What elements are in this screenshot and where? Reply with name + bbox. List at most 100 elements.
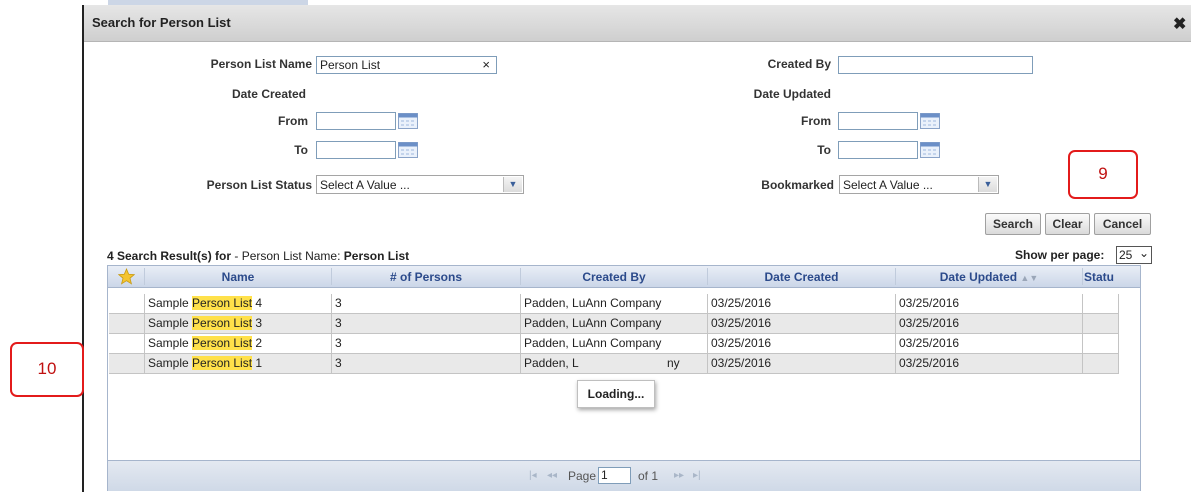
cell-date-updated: 03/25/2016	[896, 294, 1083, 313]
column-header-date-created[interactable]: Date Created	[708, 270, 895, 284]
person-list-status-select[interactable]: Select A Value ... ▼	[316, 175, 524, 194]
table-row[interactable]: Sample Person List 1 3 Padden, L ny 03/25…	[109, 354, 1119, 374]
name-prefix: Sample	[148, 336, 193, 350]
dialog-titlebar: Search for Person List ✖	[84, 5, 1191, 42]
column-header-name[interactable]: Name	[145, 270, 331, 284]
person-list-name-input[interactable]: Person List ×	[316, 56, 497, 74]
first-page-icon[interactable]: |◂	[529, 470, 537, 481]
cell-created-by: Padden, LuAnn Company	[521, 314, 708, 333]
grid-pager: |◂ ◂◂ Page 1 of 1 ▸▸ ▸|	[108, 460, 1140, 491]
sort-icon[interactable]: ▲▼	[1020, 273, 1038, 283]
loading-indicator: Loading...	[577, 380, 655, 408]
per-page-value: 25	[1119, 248, 1133, 262]
cell-created-by: Padden, LuAnn Company	[521, 294, 708, 313]
row-select-cell[interactable]	[109, 294, 145, 313]
cell-status	[1083, 354, 1119, 373]
updated-to-label: To	[817, 143, 831, 157]
name-highlight: Person List	[192, 336, 253, 350]
chevron-down-icon[interactable]: ▼	[503, 177, 522, 192]
search-button[interactable]: Search	[985, 213, 1041, 235]
callout-10: 10	[10, 342, 84, 397]
cell-created-by: Padden, L ny	[521, 354, 708, 373]
row-select-cell[interactable]	[109, 354, 145, 373]
per-page-select[interactable]: 25 ⌄	[1116, 246, 1152, 264]
last-page-icon[interactable]: ▸|	[693, 470, 701, 481]
bookmarked-label: Bookmarked	[761, 178, 834, 192]
close-icon[interactable]: ✖	[1173, 14, 1186, 34]
cell-persons: 3	[332, 294, 521, 313]
cell-date-updated: 03/25/2016	[896, 354, 1083, 373]
created-by-label: Created By	[767, 57, 831, 71]
page-number-value: 1	[601, 468, 608, 482]
updated-from-input[interactable]	[838, 112, 918, 130]
created-by-start: Padden, L	[524, 356, 579, 370]
created-to-label: To	[294, 143, 308, 157]
calendar-icon[interactable]	[398, 142, 418, 158]
created-from-label: From	[278, 114, 308, 128]
next-page-icon[interactable]: ▸▸	[674, 470, 684, 481]
name-prefix: Sample	[148, 296, 193, 310]
grid-header: Name # of Persons Created By Date Create…	[108, 266, 1140, 288]
column-separator	[1082, 268, 1083, 285]
cell-name[interactable]: Sample Person List 1	[145, 354, 332, 373]
bookmarked-select[interactable]: Select A Value ... ▼	[839, 175, 999, 194]
column-header-created-by[interactable]: Created By	[521, 270, 707, 284]
cell-date-created: 03/25/2016	[708, 294, 896, 313]
name-suffix: 4	[252, 296, 263, 310]
name-prefix: Sample	[148, 356, 193, 370]
table-row[interactable]: Sample Person List 4 3 Padden, LuAnn Com…	[109, 294, 1119, 314]
person-list-status-label: Person List Status	[206, 178, 312, 192]
name-prefix: Sample	[148, 316, 193, 330]
page-label: Page	[568, 469, 597, 483]
date-created-label: Date Created	[231, 87, 306, 101]
cell-date-created: 03/25/2016	[708, 354, 896, 373]
calendar-icon[interactable]	[920, 142, 940, 158]
calendar-icon[interactable]	[398, 113, 418, 129]
row-select-cell[interactable]	[109, 334, 145, 353]
chevron-down-icon[interactable]: ▼	[978, 177, 997, 192]
table-row[interactable]: Sample Person List 3 3 Padden, LuAnn Com…	[109, 314, 1119, 334]
created-by-end: ny	[667, 356, 680, 370]
cancel-button[interactable]: Cancel	[1094, 213, 1151, 235]
column-header-date-updated[interactable]: Date Updated ▲▼	[896, 270, 1082, 284]
created-from-input[interactable]	[316, 112, 396, 130]
date-updated-header-label: Date Updated	[939, 270, 1018, 284]
created-to-input[interactable]	[316, 141, 396, 159]
bookmarked-select-value: Select A Value ...	[843, 178, 933, 192]
clear-button[interactable]: Clear	[1045, 213, 1090, 235]
name-suffix: 2	[252, 336, 263, 350]
dialog-title: Search for Person List	[92, 15, 231, 30]
cell-name[interactable]: Sample Person List 2	[145, 334, 332, 353]
callout-9: 9	[1068, 150, 1138, 199]
cell-name[interactable]: Sample Person List 4	[145, 294, 332, 313]
results-criteria-label: - Person List Name:	[231, 249, 344, 263]
calendar-icon[interactable]	[920, 113, 940, 129]
name-suffix: 1	[252, 356, 263, 370]
cell-date-created: 03/25/2016	[708, 314, 896, 333]
cell-date-created: 03/25/2016	[708, 334, 896, 353]
person-list-name-label: Person List Name	[210, 57, 312, 71]
page-number-input[interactable]: 1	[598, 467, 631, 484]
date-updated-label: Date Updated	[753, 87, 831, 101]
star-icon[interactable]	[118, 268, 135, 285]
prev-page-icon[interactable]: ◂◂	[547, 470, 557, 481]
column-header-persons[interactable]: # of Persons	[332, 270, 520, 284]
updated-to-input[interactable]	[838, 141, 918, 159]
cell-persons: 3	[332, 354, 521, 373]
created-by-input[interactable]	[838, 56, 1033, 74]
results-summary: 4 Search Result(s) for - Person List Nam…	[107, 249, 409, 263]
chevron-down-icon: ⌄	[1138, 246, 1149, 260]
clear-field-icon[interactable]: ×	[482, 57, 490, 72]
cell-date-updated: 03/25/2016	[896, 334, 1083, 353]
updated-from-label: From	[801, 114, 831, 128]
name-highlight: Person List	[192, 296, 253, 310]
cell-persons: 3	[332, 334, 521, 353]
cell-name[interactable]: Sample Person List 3	[145, 314, 332, 333]
cell-persons: 3	[332, 314, 521, 333]
row-select-cell[interactable]	[109, 314, 145, 333]
results-count: 4 Search Result(s) for	[107, 249, 232, 263]
table-row[interactable]: Sample Person List 2 3 Padden, LuAnn Com…	[109, 334, 1119, 354]
column-header-status[interactable]: Statu	[1084, 270, 1118, 284]
show-per-page-label: Show per page:	[1015, 248, 1105, 262]
results-grid: Name # of Persons Created By Date Create…	[107, 265, 1141, 491]
